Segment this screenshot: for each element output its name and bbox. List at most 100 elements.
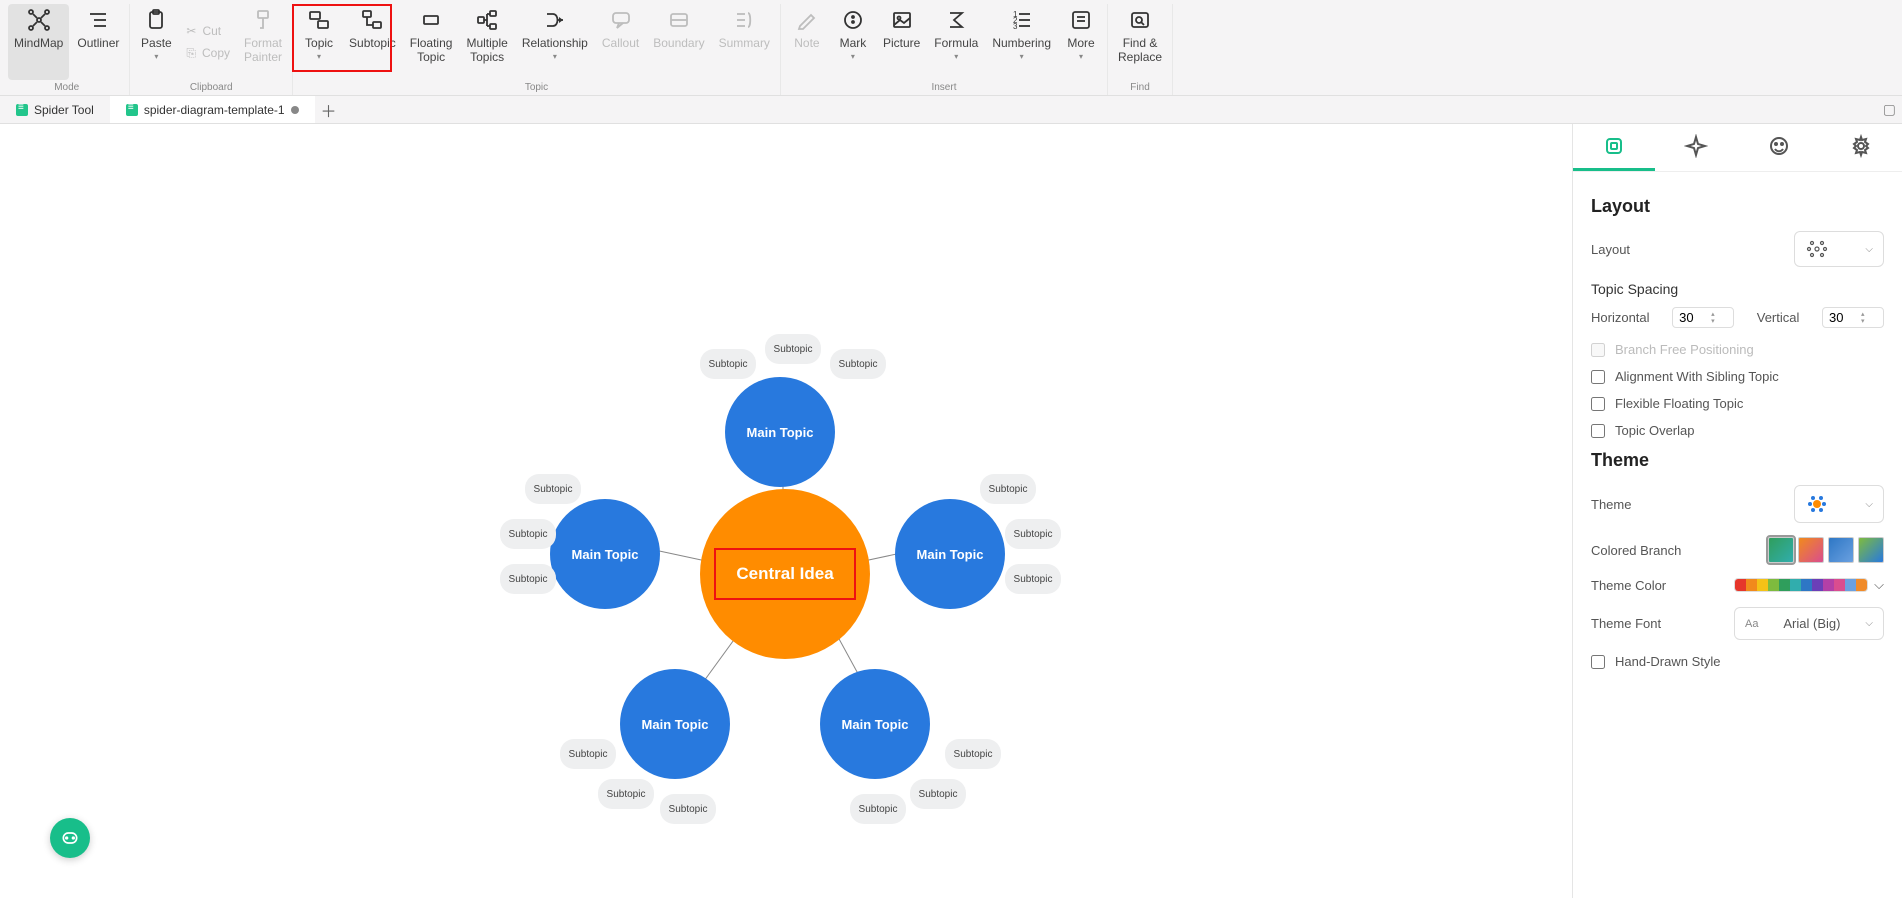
horizontal-spacing-input[interactable]: ▴▾ (1672, 307, 1734, 328)
subtopic-node[interactable]: Subtopic (700, 349, 756, 379)
spinner-icon[interactable]: ▴▾ (1861, 311, 1865, 325)
boundary-icon (667, 8, 691, 32)
subtopic-node[interactable]: Subtopic (525, 474, 581, 504)
note-button[interactable]: Note (785, 4, 829, 80)
relationship-button[interactable]: Relationship ▾ (516, 4, 594, 80)
theme-font-label: Theme Font (1591, 616, 1661, 631)
topic-overlap-checkbox[interactable]: Topic Overlap (1591, 423, 1884, 438)
chevron-down-icon[interactable]: ⌵ (1874, 577, 1884, 593)
subtopic-node[interactable]: Subtopic (910, 779, 966, 809)
mindmap-label: MindMap (14, 36, 63, 50)
main-topic-node[interactable]: Main Topic (895, 499, 1005, 609)
copy-icon: ⎘ (186, 46, 196, 61)
picture-button[interactable]: Picture (877, 4, 926, 80)
numbering-icon: 123 (1010, 8, 1034, 32)
smiley-icon (1767, 134, 1791, 158)
formula-button[interactable]: Formula ▾ (928, 4, 984, 80)
topic-button[interactable]: Topic ▾ (297, 4, 341, 80)
subtopic-node[interactable]: Subtopic (980, 474, 1036, 504)
ribbon-group-insert: Note Mark ▾ Picture Formula ▾ 123 Number… (781, 4, 1108, 95)
group-label-clipboard: Clipboard (190, 80, 233, 95)
mark-button[interactable]: Mark ▾ (831, 4, 875, 80)
topic-icon (307, 8, 331, 32)
outliner-button[interactable]: Outliner (71, 4, 125, 80)
floating-topic-icon (419, 8, 443, 32)
svg-text:3: 3 (1013, 22, 1018, 31)
subtopic-node[interactable]: Subtopic (500, 519, 556, 549)
main-topic-node[interactable]: Main Topic (550, 499, 660, 609)
floating-topic-label: Floating Topic (410, 36, 453, 64)
mark-icon (841, 8, 865, 32)
chevron-down-icon: ▾ (154, 54, 158, 60)
panel-tab-icon[interactable] (1738, 124, 1820, 171)
subtopic-node[interactable]: Subtopic (598, 779, 654, 809)
mindmap-button[interactable]: MindMap (8, 4, 69, 80)
subtopic-node[interactable]: Subtopic (830, 349, 886, 379)
branch-free-checkbox[interactable]: Branch Free Positioning (1591, 342, 1884, 357)
gear-icon (1849, 134, 1873, 158)
multiple-topics-button[interactable]: Multiple Topics (460, 4, 513, 80)
picture-icon (890, 8, 914, 32)
subtopic-button[interactable]: Subtopic (343, 4, 402, 80)
ribbon-group-find: Find & Replace Find (1108, 4, 1173, 95)
chevron-down-icon: ▾ (1079, 54, 1083, 60)
theme-color-bar[interactable] (1734, 578, 1868, 592)
chat-assistant-button[interactable] (50, 818, 90, 858)
main-topic-node[interactable]: Main Topic (620, 669, 730, 779)
mindmap-canvas[interactable]: Central Idea Main Topic Main Topic Main … (0, 124, 1572, 898)
layout-section-title: Layout (1591, 196, 1884, 217)
central-node[interactable]: Central Idea (700, 489, 870, 659)
mindmap-icon (27, 8, 51, 32)
find-replace-button[interactable]: Find & Replace (1112, 4, 1168, 80)
group-label-find: Find (1130, 80, 1149, 95)
subtopic-node[interactable]: Subtopic (500, 564, 556, 594)
subtopic-node[interactable]: Subtopic (560, 739, 616, 769)
paste-button[interactable]: Paste ▾ (134, 4, 178, 80)
tab-spider-tool[interactable]: Spider Tool (0, 96, 110, 123)
align-sibling-checkbox[interactable]: Alignment With Sibling Topic (1591, 369, 1884, 384)
more-button[interactable]: More ▾ (1059, 4, 1103, 80)
subtopic-node[interactable]: Subtopic (1005, 564, 1061, 594)
branch-swatch-1[interactable] (1768, 537, 1794, 563)
main-topic-node[interactable]: Main Topic (725, 377, 835, 487)
panel-tab-settings[interactable] (1820, 124, 1902, 171)
multiple-topics-label: Multiple Topics (466, 36, 507, 64)
layout-select[interactable]: ⌵ (1794, 231, 1884, 267)
theme-font-select[interactable]: Aa Arial (Big) ⌵ (1734, 607, 1884, 640)
main-topic-node[interactable]: Main Topic (820, 669, 930, 779)
floating-topic-button[interactable]: Floating Topic (404, 4, 459, 80)
numbering-button[interactable]: 123 Numbering ▾ (986, 4, 1057, 80)
vertical-label: Vertical (1757, 310, 1800, 325)
add-tab-button[interactable]: ＋ (315, 98, 343, 122)
boundary-button[interactable]: Boundary (647, 4, 710, 80)
tab-spider-diagram-template-1[interactable]: spider-diagram-template-1 (110, 96, 315, 123)
panel-tab-style[interactable] (1655, 124, 1737, 171)
theme-select[interactable]: ⌵ (1794, 485, 1884, 523)
subtopic-node[interactable]: Subtopic (660, 794, 716, 824)
cut-button[interactable]: ✂Cut (180, 21, 236, 41)
hand-drawn-checkbox[interactable]: Hand-Drawn Style (1591, 654, 1884, 669)
copy-button[interactable]: ⎘Copy (180, 43, 236, 64)
subtopic-node[interactable]: Subtopic (850, 794, 906, 824)
branch-swatch-2[interactable] (1798, 537, 1824, 563)
callout-label: Callout (602, 36, 639, 50)
collapse-panel-button[interactable]: ▢ (1877, 101, 1902, 118)
outliner-label: Outliner (77, 36, 119, 50)
document-tabs: Spider Tool spider-diagram-template-1 ＋ … (0, 96, 1902, 124)
summary-button[interactable]: Summary (713, 4, 776, 80)
subtopic-node[interactable]: Subtopic (1005, 519, 1061, 549)
vertical-spacing-input[interactable]: ▴▾ (1822, 307, 1884, 328)
subtopic-node[interactable]: Subtopic (765, 334, 821, 364)
panel-tab-layout[interactable] (1573, 124, 1655, 171)
more-icon (1069, 8, 1093, 32)
branch-swatch-4[interactable] (1858, 537, 1884, 563)
paste-label: Paste (141, 36, 172, 50)
subtopic-node[interactable]: Subtopic (945, 739, 1001, 769)
branch-swatch-3[interactable] (1828, 537, 1854, 563)
theme-section-title: Theme (1591, 450, 1884, 471)
flexible-floating-checkbox[interactable]: Flexible Floating Topic (1591, 396, 1884, 411)
multiple-topics-icon (475, 8, 499, 32)
format-painter-button[interactable]: Format Painter (238, 4, 288, 80)
spinner-icon[interactable]: ▴▾ (1711, 311, 1715, 325)
callout-button[interactable]: Callout (596, 4, 645, 80)
